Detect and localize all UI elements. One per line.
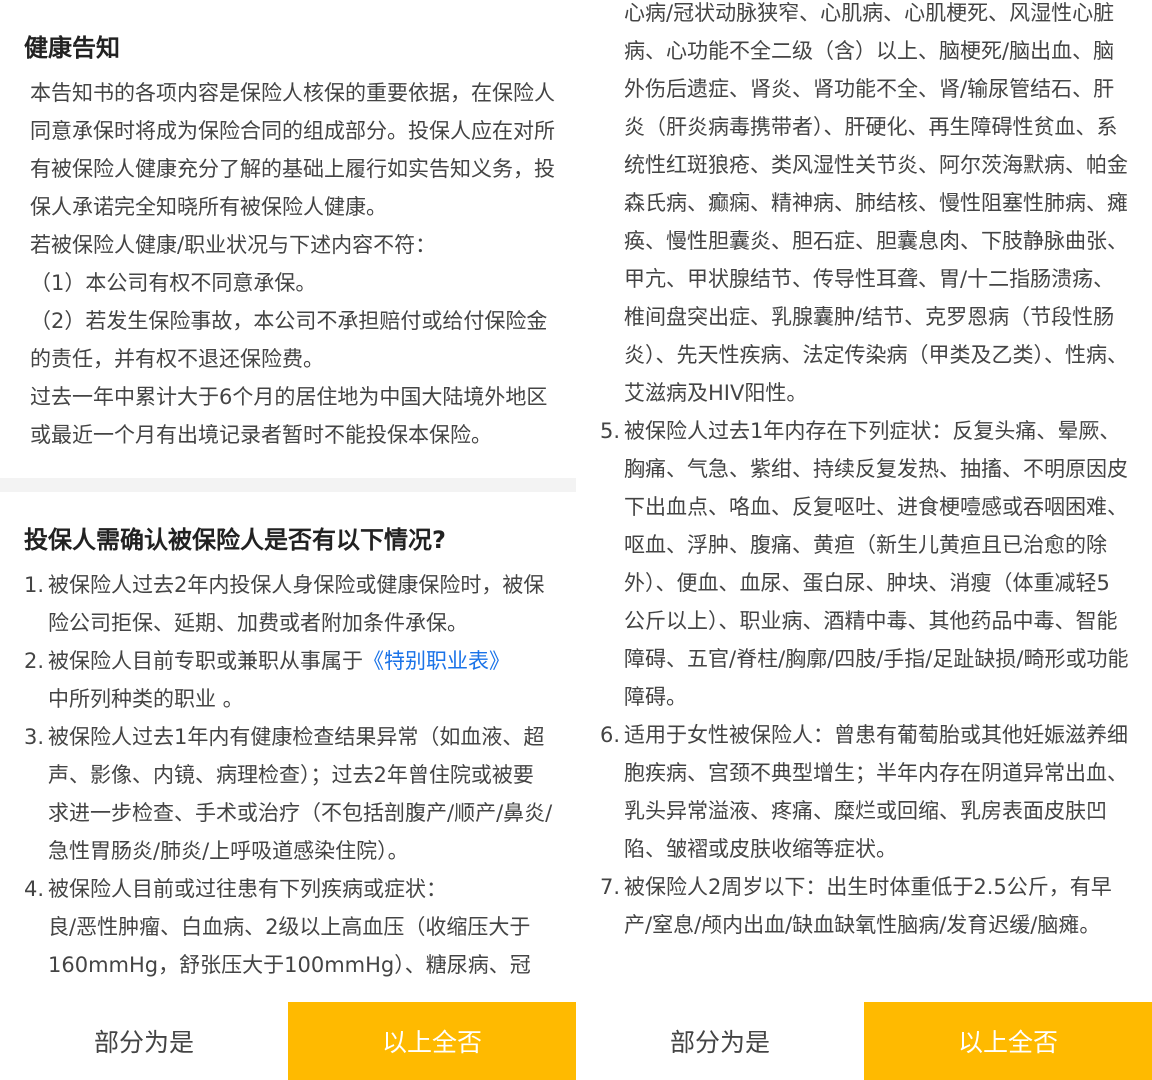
item-text: 被保险人目前专职或兼职从事属于《特别职业表》中所列种类的职业 。 — [48, 642, 554, 718]
notice-paragraph: 过去一年中累计大于6个月的居住地为中国大陆境外地区或最近一个月有出境记录者暂时不… — [30, 385, 548, 447]
question-title: 投保人需确认被保险人是否有以下情况? — [24, 526, 446, 554]
item-intro: 被保险人目前或过往患有下列疾病或症状： — [48, 877, 447, 901]
notice-paragraph: （1）本公司有权不同意承保。 — [30, 271, 317, 295]
list-item: 2. 被保险人目前专职或兼职从事属于《特别职业表》中所列种类的职业 。 — [24, 642, 554, 718]
item-text-after: 中所列种类的职业 。 — [48, 687, 244, 711]
all-no-button[interactable]: 以上全否 — [288, 1002, 576, 1080]
item-4-continued: 心病/冠状动脉狭窄、心肌病、心肌梗死、风湿性心脏病、心功能不全二级（含）以上、脑… — [624, 1, 1128, 405]
item-number: 7. — [600, 875, 621, 899]
item-number: 6. — [600, 723, 621, 747]
item-text: 被保险人过去1年内有健康检查结果异常（如血液、超声、影像、内镜、病理检查）；过去… — [48, 725, 553, 863]
list-item: 1. 被保险人过去2年内投保人身保险或健康保险时，被保险公司拒保、延期、加费或者… — [24, 566, 554, 642]
item-text: 被保险人目前或过往患有下列疾病或症状： 良/恶性肿瘤、白血病、2级以上高血压（收缩… — [48, 870, 554, 984]
list-item: 4. 被保险人目前或过往患有下列疾病或症状： 良/恶性肿瘤、白血病、2级以上高血压… — [24, 870, 554, 984]
notice-paragraph: 若被保险人健康/职业状况与下述内容不符： — [30, 233, 437, 257]
health-notice-body: 本告知书的各项内容是保险人核保的重要依据，在保险人同意承保时将成为保险合同的组成… — [30, 74, 555, 454]
item-number: 4. — [24, 877, 45, 901]
item-number: 5. — [600, 419, 621, 443]
right-screen: 心病/冠状动脉狭窄、心肌病、心肌梗死、风湿性心脏病、心功能不全二级（含）以上、脑… — [576, 0, 1152, 1080]
item-number: 3. — [24, 725, 45, 749]
list-item: 3. 被保险人过去1年内有健康检查结果异常（如血液、超声、影像、内镜、病理检查）… — [24, 718, 554, 870]
health-notice-title: 健康告知 — [24, 34, 120, 62]
list-item: 7. 被保险人2周岁以下：出生时体重低于2.5公斤，有早产/窒息/颅内出血/缺血… — [600, 868, 1130, 944]
left-screen: 健康告知 本告知书的各项内容是保险人核保的重要依据，在保险人同意承保时将成为保险… — [0, 0, 576, 1080]
list-item: 6. 适用于女性被保险人：曾患有葡萄胎或其他妊娠滋养细胞疾病、宫颈不典型增生；半… — [600, 716, 1130, 868]
list-item: 5. 被保险人过去1年内存在下列症状：反复头痛、晕厥、胸痛、气急、紫绀、持续反复… — [600, 412, 1130, 716]
special-occupation-link[interactable]: 《特别职业表》 — [363, 649, 510, 673]
question-list-continued: 心病/冠状动脉狭窄、心肌病、心肌梗死、风湿性心脏病、心功能不全二级（含）以上、脑… — [600, 0, 1130, 944]
notice-paragraph: 本告知书的各项内容是保险人核保的重要依据，在保险人同意承保时将成为保险合同的组成… — [30, 81, 555, 219]
item-text: 适用于女性被保险人：曾患有葡萄胎或其他妊娠滋养细胞疾病、宫颈不典型增生；半年内存… — [624, 723, 1128, 861]
footer-bar: 部分为是 以上全否 — [0, 1002, 576, 1080]
item-detail: 良/恶性肿瘤、白血病、2级以上高血压（收缩压大于160mmHg，舒张压大于100… — [48, 915, 531, 977]
section-divider — [0, 478, 576, 492]
item-text: 被保险人过去2年内投保人身保险或健康保险时，被保险公司拒保、延期、加费或者附加条… — [48, 573, 545, 635]
item-text: 被保险人过去1年内存在下列症状：反复头痛、晕厥、胸痛、气急、紫绀、持续反复发热、… — [624, 419, 1129, 709]
all-no-button[interactable]: 以上全否 — [864, 1002, 1152, 1080]
item-number: 1. — [24, 573, 45, 597]
partially-yes-button[interactable]: 部分为是 — [0, 1002, 288, 1080]
item-text-before: 被保险人目前专职或兼职从事属于 — [48, 649, 363, 673]
item-number: 2. — [24, 649, 45, 673]
item-text: 被保险人2周岁以下：出生时体重低于2.5公斤，有早产/窒息/颅内出血/缺血缺氧性… — [624, 875, 1112, 937]
notice-paragraph: （2）若发生保险事故，本公司不承担赔付或给付保险金的责任，并有权不退还保险费。 — [30, 309, 548, 371]
partially-yes-button[interactable]: 部分为是 — [576, 1002, 864, 1080]
question-list: 1. 被保险人过去2年内投保人身保险或健康保险时，被保险公司拒保、延期、加费或者… — [24, 566, 554, 984]
footer-bar: 部分为是 以上全否 — [576, 1002, 1152, 1080]
